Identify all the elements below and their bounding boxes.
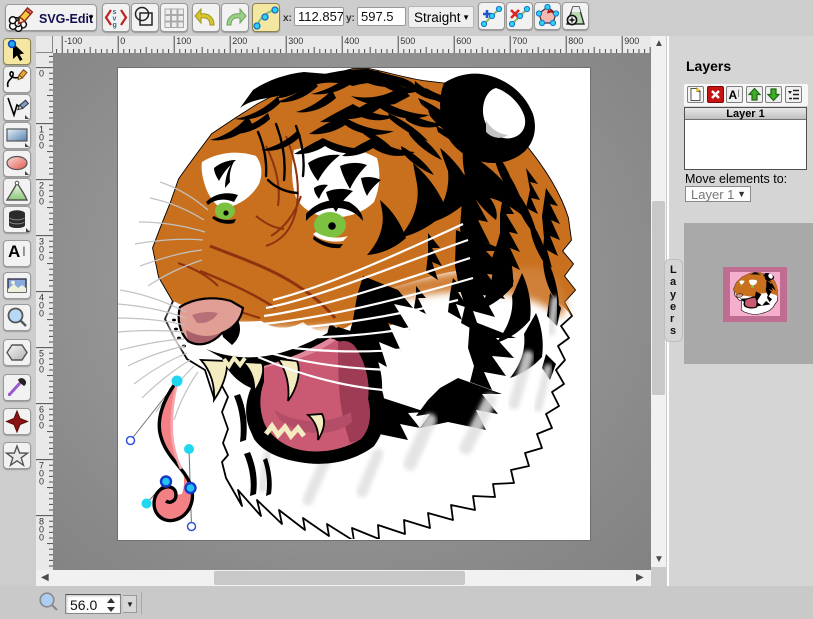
svg-text:500: 500	[400, 36, 415, 46]
svg-text:600: 600	[456, 36, 471, 46]
svg-text:-100: -100	[64, 36, 82, 46]
svg-text:0: 0	[39, 69, 44, 79]
svg-text:0: 0	[39, 477, 44, 487]
svg-text:800: 800	[568, 36, 583, 46]
svg-text:300: 300	[288, 36, 303, 46]
svg-text:100: 100	[176, 36, 191, 46]
svg-text:0: 0	[39, 253, 44, 263]
svg-text:0: 0	[39, 365, 44, 375]
svg-text:0: 0	[39, 309, 44, 319]
svg-text:400: 400	[344, 36, 359, 46]
svg-text:0: 0	[39, 197, 44, 207]
svg-text:0: 0	[39, 421, 44, 431]
svg-text:0: 0	[120, 36, 125, 46]
svg-text:0: 0	[39, 141, 44, 151]
svg-text:0: 0	[39, 533, 44, 543]
svg-text:200: 200	[232, 36, 247, 46]
svg-text:900: 900	[624, 36, 639, 46]
svg-text:700: 700	[512, 36, 527, 46]
svg-text:g: g	[113, 22, 117, 29]
